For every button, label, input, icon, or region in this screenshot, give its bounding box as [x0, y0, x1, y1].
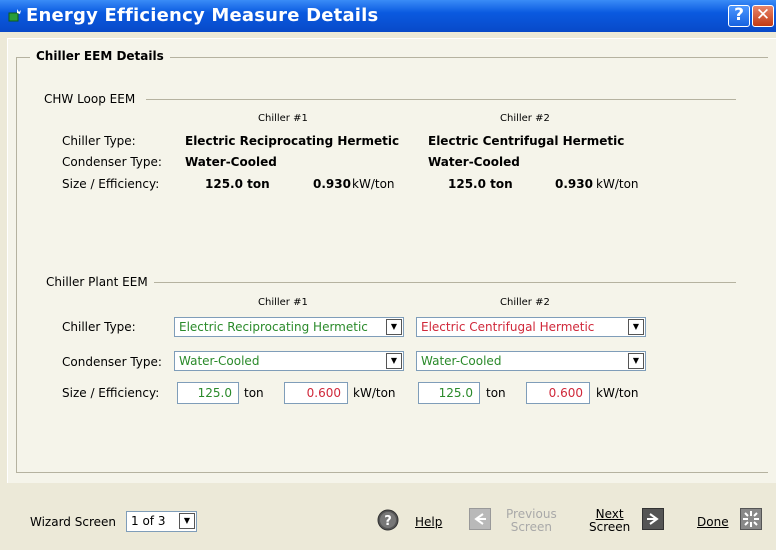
chw-chiller1-condenser: Water-Cooled [185, 155, 277, 169]
next-screen-button[interactable]: Next Screen [589, 508, 630, 534]
chevron-down-icon[interactable]: ▼ [386, 353, 402, 369]
plant-chiller2-type-value: Electric Centrifugal Hermetic [421, 320, 595, 334]
chw-chiller-type-label: Chiller Type: [62, 134, 136, 148]
chevron-down-icon[interactable]: ▼ [628, 353, 644, 369]
help-icon[interactable]: ? [377, 509, 399, 531]
window-title: Energy Efficiency Measure Details [26, 5, 379, 26]
chw-chiller1-size: 125.0 ton [205, 177, 270, 191]
next-label-line1: Next [595, 507, 624, 521]
title-close-button[interactable]: ✕ [752, 5, 774, 27]
plant-chiller2-size-unit: ton [486, 386, 506, 400]
done-icon[interactable] [740, 508, 762, 530]
plant-chiller2-header: Chiller #2 [500, 297, 550, 308]
chw-chiller2-eff-unit: kW/ton [596, 177, 639, 191]
plant-chiller1-eff-unit: kW/ton [353, 386, 396, 400]
app-icon [8, 9, 21, 22]
help-button[interactable]: Help [415, 515, 442, 529]
chevron-down-icon[interactable]: ▼ [386, 319, 402, 335]
help-label: Help [415, 515, 443, 529]
chevron-down-icon[interactable]: ▼ [179, 513, 195, 529]
chw-chiller1-type: Electric Reciprocating Hermetic [185, 134, 400, 148]
chw-loop-title: CHW Loop EEM [44, 92, 136, 106]
plant-chiller2-type-select[interactable]: Electric Centrifugal Hermetic ▼ [416, 317, 646, 337]
chw-loop-divider [146, 99, 736, 100]
plant-chiller2-condenser-value: Water-Cooled [421, 354, 502, 368]
done-button[interactable]: Done [697, 515, 729, 529]
chiller-eem-group [16, 57, 768, 473]
done-label: Done [697, 515, 729, 529]
plant-chiller2-size-input[interactable]: 125.0 [418, 382, 480, 404]
plant-chiller2-condenser-select[interactable]: Water-Cooled ▼ [416, 351, 646, 371]
title-help-button[interactable]: ? [728, 5, 750, 27]
chw-chiller1-efficiency: 0.930 [313, 177, 351, 191]
chw-chiller1-header: Chiller #1 [258, 113, 308, 124]
chw-chiller2-header: Chiller #2 [500, 113, 550, 124]
chw-chiller2-type: Electric Centrifugal Hermetic [428, 134, 625, 148]
previous-screen-button[interactable]: Previous Screen [506, 508, 557, 534]
title-bar: Energy Efficiency Measure Details ? ✕ [0, 0, 776, 32]
plant-divider [154, 282, 736, 283]
plant-title: Chiller Plant EEM [46, 275, 148, 289]
arrow-left-icon[interactable] [469, 508, 491, 530]
plant-chiller1-type-select[interactable]: Electric Reciprocating Hermetic ▼ [174, 317, 404, 337]
plant-chiller1-size-input[interactable]: 125.0 [177, 382, 239, 404]
plant-condenser-type-label: Condenser Type: [62, 355, 162, 369]
group-title: Chiller EEM Details [30, 49, 170, 63]
plant-chiller1-type-value: Electric Reciprocating Hermetic [179, 320, 368, 334]
plant-chiller1-efficiency-input[interactable]: 0.600 [284, 382, 348, 404]
plant-chiller1-condenser-value: Water-Cooled [179, 354, 260, 368]
plant-chiller2-eff-unit: kW/ton [596, 386, 639, 400]
arrow-right-icon[interactable] [642, 508, 664, 530]
chw-chiller2-condenser: Water-Cooled [428, 155, 520, 169]
chw-condenser-type-label: Condenser Type: [62, 155, 162, 169]
chw-chiller2-efficiency: 0.930 [555, 177, 593, 191]
wizard-screen-label: Wizard Screen [30, 515, 116, 529]
plant-chiller-type-label: Chiller Type: [62, 320, 136, 334]
plant-chiller1-header: Chiller #1 [258, 297, 308, 308]
chw-chiller2-size: 125.0 ton [448, 177, 513, 191]
chw-chiller1-eff-unit: kW/ton [352, 177, 395, 191]
wizard-screen-value: 1 of 3 [131, 514, 166, 528]
svg-text:?: ? [384, 514, 392, 529]
previous-label-line2: Screen [510, 520, 552, 534]
plant-size-efficiency-label: Size / Efficiency: [62, 386, 160, 400]
next-label-line2: Screen [589, 520, 631, 534]
plant-chiller1-condenser-select[interactable]: Water-Cooled ▼ [174, 351, 404, 371]
plant-chiller2-efficiency-input[interactable]: 0.600 [526, 382, 590, 404]
chw-size-efficiency-label: Size / Efficiency: [62, 177, 160, 191]
chevron-down-icon[interactable]: ▼ [628, 319, 644, 335]
plant-chiller1-size-unit: ton [244, 386, 264, 400]
wizard-screen-select[interactable]: 1 of 3 ▼ [126, 511, 197, 532]
